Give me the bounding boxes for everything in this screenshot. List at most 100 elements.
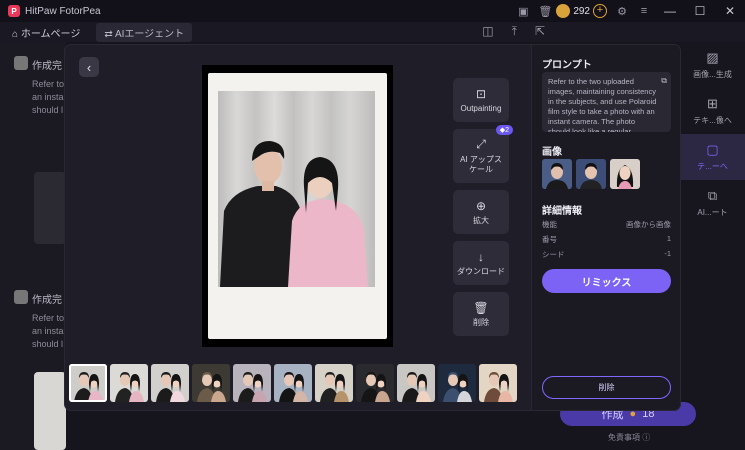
thumbnail[interactable] [356,364,394,402]
sidebar-item-label: AI...ート [697,208,728,217]
menu-icon[interactable]: ≡ [633,0,655,22]
card1-line: should l [32,105,64,115]
card2-image[interactable] [34,372,66,450]
sidebar-item-label: テキ...像へ [693,116,732,125]
gear-icon[interactable]: ⚙ [611,0,633,22]
outpainting-label: Outpainting [460,103,502,113]
thumbnail[interactable] [397,364,435,402]
split-view-icon[interactable]: ◫ [482,24,493,39]
prompt-text-box[interactable]: ⧉ Refer to the two uploaded images, main… [542,72,671,132]
trash-icon: 🗑 [473,300,489,315]
thumbnail[interactable] [110,364,148,402]
card1-line: an insta [32,92,64,102]
card1-image[interactable] [34,172,66,244]
image-icon: ▨ [706,50,719,65]
detail-value: -1 [664,249,671,258]
remix-label: リミックス [581,277,632,289]
credit-badge: ◆2 [495,125,513,135]
thumbnail[interactable] [233,364,271,402]
detail-row-seed: シード -1 [542,249,671,260]
disclaimer-label: 免責事項 [608,433,640,442]
card2-line: should l [32,339,64,349]
delete-button[interactable]: 削除 [542,376,671,399]
detail-key: シード [542,250,565,259]
detail-row-feature: 機能 画像から画像 [542,219,671,230]
maximize-button[interactable]: ☐ [685,0,715,22]
thumbnail[interactable] [151,364,189,402]
avatar [14,290,28,304]
copy-icon[interactable]: ⧉ [661,76,667,86]
lock-icon[interactable]: ▣ [512,0,534,22]
download-icon: ↓ [478,249,484,264]
man-portrait [576,159,606,189]
card1-line: Refer to [32,79,65,89]
reference-images [542,159,640,189]
back-button[interactable]: ‹ [79,57,99,77]
detail-key: 番号 [542,235,557,244]
tab-ai-agent[interactable]: ⇄ AIエージェント [96,22,193,42]
avatar [14,56,28,70]
details-panel: プロンプト ⧉ Refer to the two uploaded images… [531,45,680,410]
zoom-label: 拡大 [473,215,489,225]
reference-image[interactable] [610,159,640,189]
add-coins-icon[interactable]: + [593,4,607,18]
image-preview-modal: ‹ ⊡ Outpainting ◆2 ⤢ AI アップス ケール ⊕ 拡大 ↓ … [65,45,680,410]
upscale-icon: ⤢ [476,137,486,151]
action-buttons: ⊡ Outpainting ◆2 ⤢ AI アップス ケール ⊕ 拡大 ↓ ダウ… [453,78,513,343]
minimize-button[interactable]: — [655,0,685,22]
thumbnail[interactable] [438,364,476,402]
photo [218,91,375,287]
preview-image [202,65,393,347]
card2-line: an insta [32,326,64,336]
badge-count: 2 [505,127,509,134]
app-title: HitPaw FotorPea [25,5,101,17]
card2-text: Refer to an insta should l [32,312,64,351]
remix-button[interactable]: リミックス [542,269,671,293]
agent-icon: ⧉ [707,188,718,203]
coin-icon [556,4,571,18]
thumbnail[interactable] [479,364,517,402]
reference-image[interactable] [542,159,572,189]
thumbnail[interactable] [192,364,230,402]
tool-sidebar: ▨ 画像...生成 ⊞ テキ...像へ ▢ テ...ーへ ⧉ AI...ート [680,42,745,450]
thumbnail[interactable] [274,364,312,402]
history-list: 作成完 Refer to an insta should l 作成完 Refer… [0,42,66,450]
upload-icon[interactable]: ⤒ [512,24,517,39]
sidebar-item-chat[interactable]: ▢ テ...ーへ [680,134,745,180]
trash-icon[interactable]: 🗑 [534,0,556,22]
export-icon[interactable]: ⇱ [535,24,545,39]
zoom-button[interactable]: ⊕ 拡大 [453,190,509,234]
download-label: ダウンロード [457,266,505,276]
nav-home-label: ホームページ [20,28,81,40]
thumbnail-strip [69,364,529,404]
nav-home-link[interactable]: ⌂ ホームページ [12,25,80,40]
download-button[interactable]: ↓ ダウンロード [453,241,509,285]
thumbnail[interactable] [315,364,353,402]
sidebar-item-image-to-image[interactable]: ▨ 画像...生成 [680,42,745,88]
polaroid-frame [208,73,387,339]
sidebar-item-ai-agent[interactable]: ⧉ AI...ート [680,180,745,226]
tab-ai-agent-label: AIエージェント [114,28,185,40]
chat-icon: ▢ [706,142,719,157]
sidebar-item-text-to-image[interactable]: ⊞ テキ...像へ [680,88,745,134]
detail-key: 機能 [542,220,557,229]
delete-image-button[interactable]: 🗑 削除 [453,292,509,336]
detail-row-number: 番号 1 [542,234,671,245]
delete-image-label: 削除 [473,317,489,327]
ai-upscale-button[interactable]: ◆2 ⤢ AI アップス ケール [453,125,513,183]
outpainting-button[interactable]: ⊡ Outpainting [453,78,509,122]
couple-photo [220,141,368,287]
reference-image[interactable] [576,159,606,189]
thumbnail[interactable] [69,364,107,402]
card2-line: Refer to [32,313,65,323]
disclaimer-link[interactable]: 免責事項 ⓘ [608,432,650,443]
sidebar-item-label: テ...ーへ [697,162,728,171]
card1-text: Refer to an insta should l [32,78,64,117]
prompt-title: プロンプト [542,60,592,71]
coin-count: 292 [573,5,590,17]
nav-bar: ⌂ ホームページ ⇄ AIエージェント ◫ ⤒ ⇱ [0,22,745,42]
detail-value: 画像から画像 [626,220,671,229]
title-bar: P HitPaw FotorPea ▣ 🗑 292 + ⚙ ≡ — ☐ ✕ [0,0,745,22]
close-window-button[interactable]: ✕ [715,0,745,22]
text-to-image-icon: ⊞ [707,96,718,111]
